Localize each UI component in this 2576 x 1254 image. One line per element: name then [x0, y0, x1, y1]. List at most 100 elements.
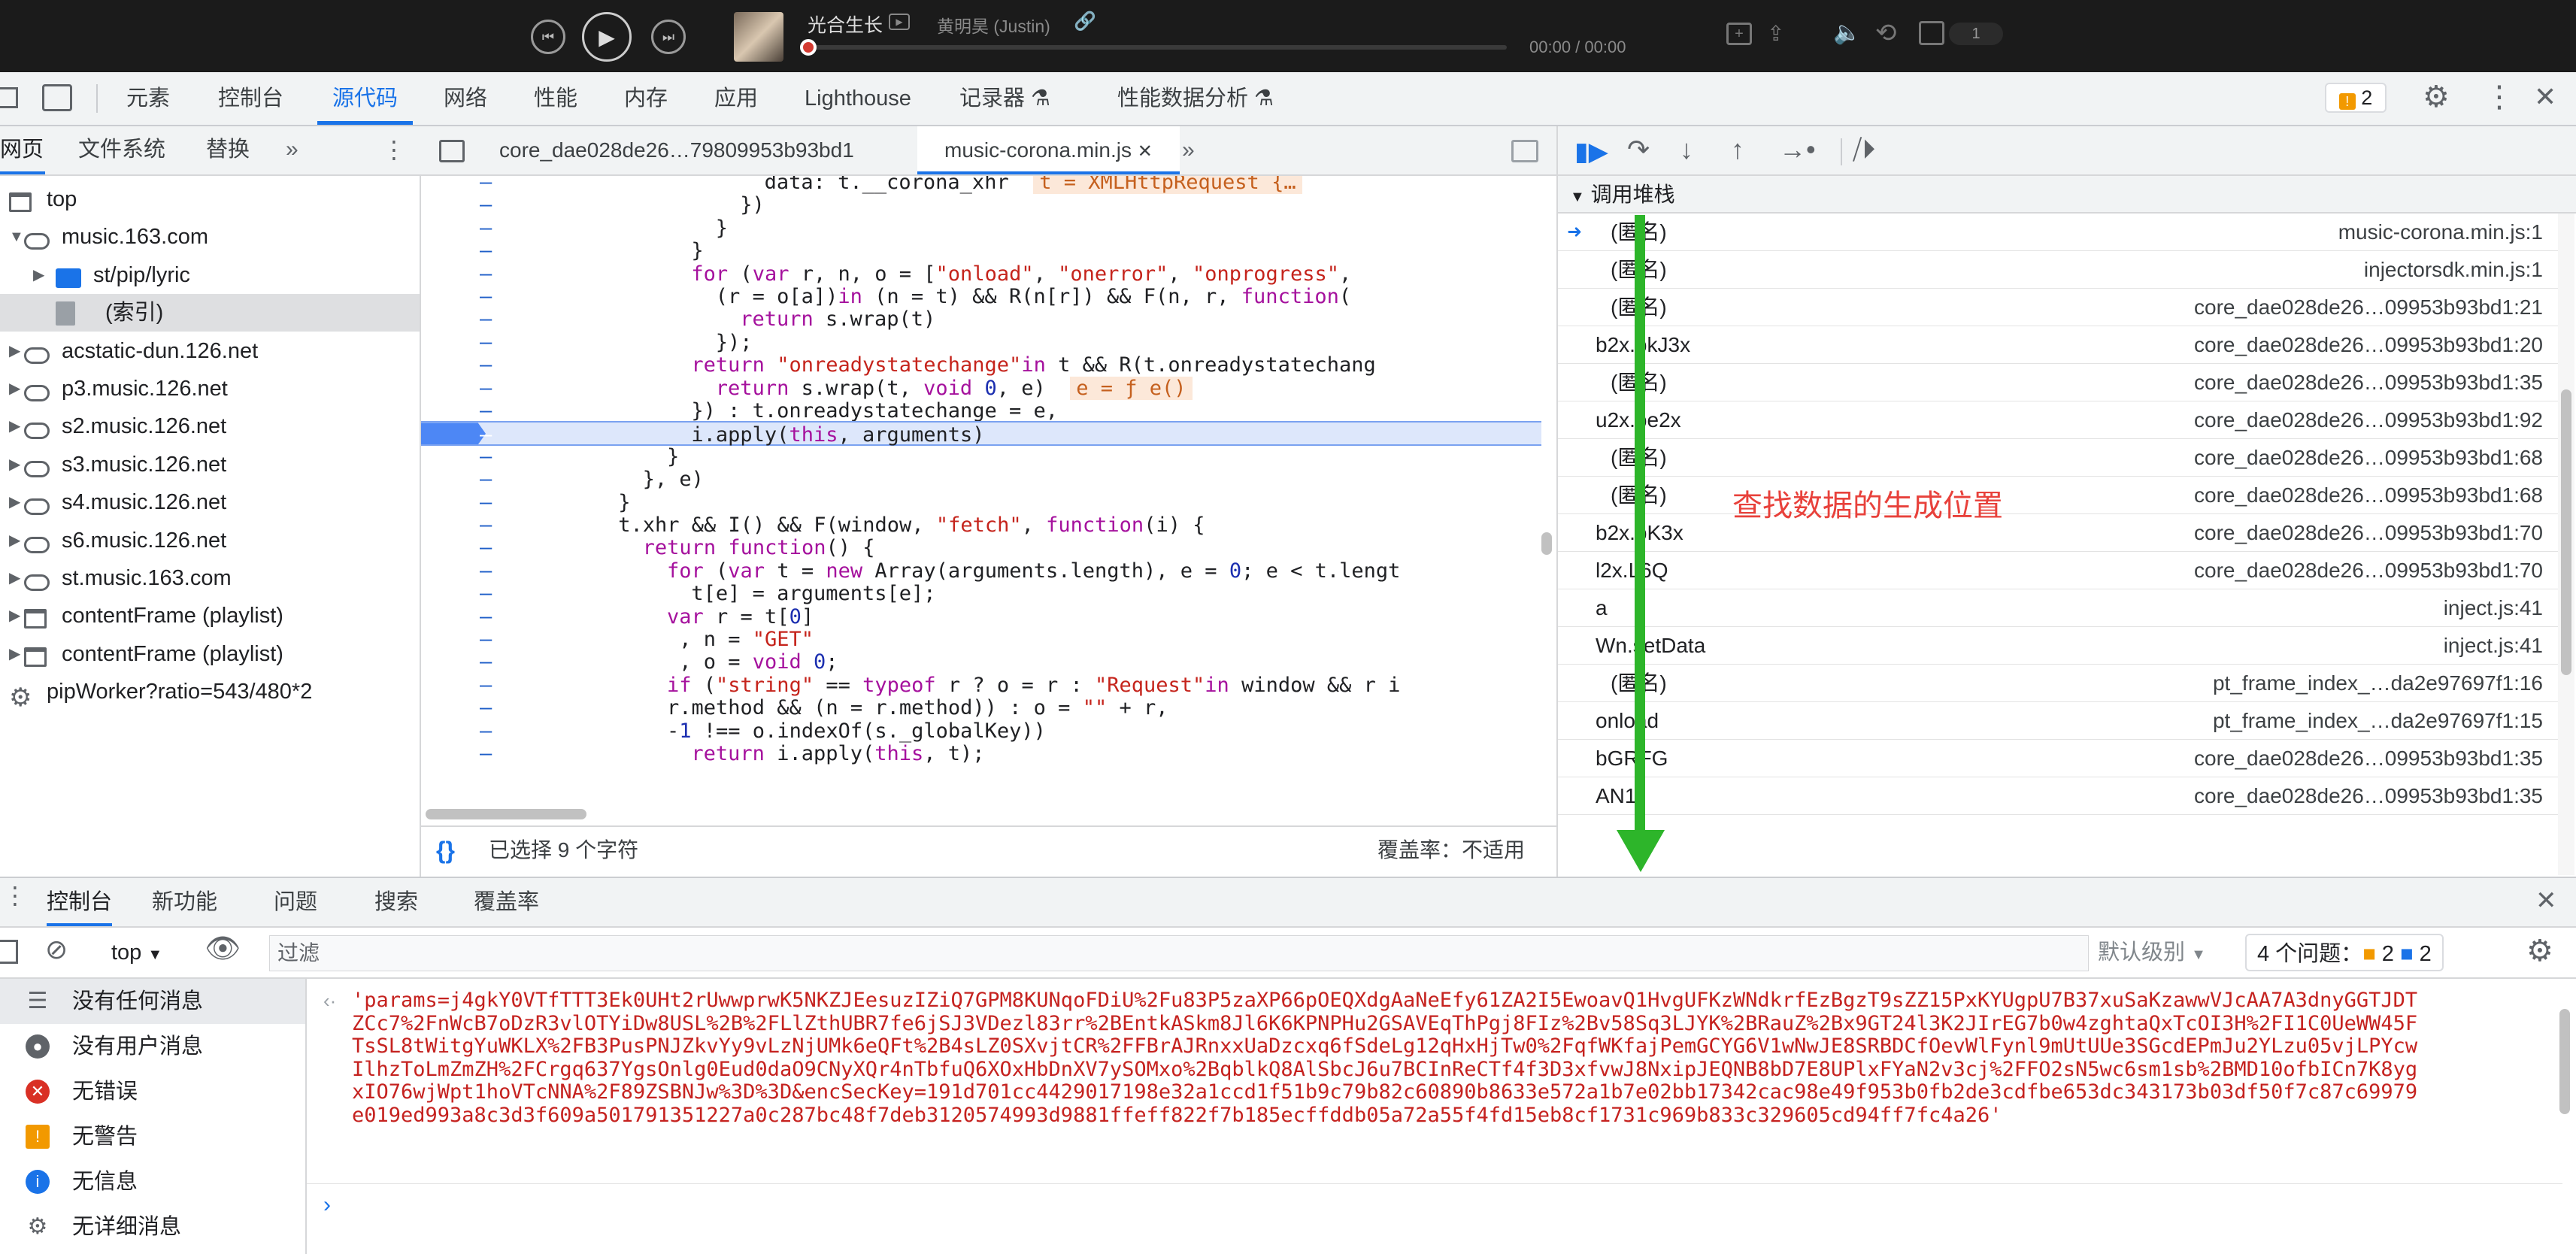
code-line[interactable]: – t[e] = arguments[e]; [421, 581, 1541, 606]
collapsed-triangle-icon[interactable]: ▶ [9, 522, 20, 559]
link-icon[interactable]: 🔗 [1074, 11, 1096, 32]
line-gutter-marker[interactable]: – [480, 650, 492, 674]
playlist-count[interactable]: 1 [1949, 23, 2003, 45]
playlist-icon[interactable] [1919, 21, 1944, 45]
previous-track-button[interactable]: ⏮ [531, 20, 565, 54]
deactivate-breakpoints-icon[interactable]: ⧸⏵ [1853, 134, 1875, 166]
console-sidebar-item[interactable]: i 无信息 [0, 1159, 305, 1204]
line-gutter-marker[interactable]: – [480, 695, 492, 720]
frame-location-link[interactable]: core_dae028de26…09953b93bd1:35 [2194, 740, 2543, 777]
tree-item[interactable]: ▶ s6.music.126.net [0, 522, 420, 559]
album-cover[interactable] [734, 12, 783, 62]
context-selector[interactable]: top ▼ [111, 928, 162, 979]
frame-location-link[interactable]: core_dae028de26…09953b93bd1:35 [2194, 777, 2543, 815]
tab-memory[interactable]: 内存 [624, 72, 668, 125]
song-title[interactable]: 光合生长 [808, 11, 883, 38]
volume-icon[interactable]: 🔈 [1833, 20, 1861, 46]
code-line[interactable]: –} [421, 216, 1541, 241]
repeat-icon[interactable]: ⟲ [1875, 18, 1897, 48]
close-devtools-icon[interactable]: ✕ [2534, 81, 2556, 113]
editor-tab-music-corona[interactable]: music-corona.min.js ✕ [917, 126, 1180, 174]
line-gutter-marker[interactable]: – [480, 376, 492, 401]
tree-item[interactable]: ▶ s2.music.126.net [0, 407, 420, 445]
line-gutter-marker[interactable]: – [480, 490, 492, 515]
code-line[interactable]: –} [421, 490, 1541, 515]
paused-code-line[interactable]: – i.apply(this, arguments) [421, 421, 1541, 447]
tab-lighthouse[interactable]: Lighthouse [805, 72, 911, 125]
code-line[interactable]: – -1 !== o.indexOf(s._globalKey)) [421, 719, 1541, 744]
line-gutter-marker[interactable]: – [480, 467, 492, 492]
call-stack-frame[interactable]: a inject.js:41 [1558, 589, 2558, 627]
song-artist[interactable]: 黄明昊 (Justin) [937, 12, 1050, 38]
next-track-button[interactable]: ⏭ [651, 20, 686, 54]
console-log-message[interactable]: 'params=j4gkY0VTfTTT3Ek0UHt2rUwwprwK5NKZ… [352, 989, 2420, 1127]
tab-page[interactable]: 网页 [0, 126, 45, 174]
editor-tab-core[interactable]: core_dae028de26…79809953b93bd1 [490, 126, 863, 174]
drawer-tab-whats-new[interactable]: 新功能 [152, 878, 217, 926]
code-line[interactable]: – , n = "GET" [421, 627, 1541, 652]
console-scroll-thumb[interactable] [2559, 1009, 2570, 1114]
step-icon[interactable]: →• [1779, 134, 1816, 165]
code-line[interactable]: – return function() { [421, 535, 1541, 560]
navigator-menu-icon[interactable]: ⋮ [382, 126, 406, 174]
frame-location-link[interactable]: pt_frame_index_…da2e97697f1:16 [2213, 665, 2543, 702]
console-sidebar-item[interactable]: ✕ 无错误 [0, 1069, 305, 1114]
code-line[interactable]: – (r = o[a])in (n = t) && R(n[r]) && F(n,… [421, 284, 1541, 309]
tab-filesystem[interactable]: 文件系统 [78, 126, 165, 174]
tree-item[interactable]: ▶ s4.music.126.net [0, 483, 420, 521]
clear-console-icon[interactable]: ⊘ [45, 934, 68, 965]
line-gutter-marker[interactable]: – [480, 559, 492, 583]
code-line[interactable]: – for (var r, n, o = ["onload", "onerror"… [421, 262, 1541, 286]
more-tabs-chevron-icon[interactable]: » [1182, 126, 1195, 174]
line-gutter-marker[interactable]: – [480, 238, 492, 263]
frame-location-link[interactable]: injectorsdk.min.js:1 [2364, 251, 2543, 289]
close-tab-icon[interactable]: ✕ [1138, 141, 1153, 162]
device-toolbar-icon[interactable] [42, 84, 72, 111]
tree-item[interactable]: top [0, 180, 420, 218]
tree-item[interactable]: ▶ s3.music.126.net [0, 446, 420, 483]
line-gutter-marker[interactable]: – [480, 330, 492, 355]
console-sidebar-item[interactable]: ● 没有用户消息 [0, 1024, 305, 1069]
toggle-navigator-icon[interactable] [439, 140, 465, 162]
console-sidebar-item[interactable]: ☰ 没有任何消息 [0, 979, 305, 1024]
line-gutter-marker[interactable]: – [480, 216, 492, 241]
tab-overrides[interactable]: 替换 [206, 126, 250, 174]
frame-location-link[interactable]: core_dae028de26…09953b93bd1:92 [2194, 401, 2543, 439]
console-sidebar-item[interactable]: ⚙ 无详细消息 [0, 1204, 305, 1249]
console-filter-input[interactable]: 过滤 [269, 935, 2089, 971]
code-line[interactable]: – var r = t[0] [421, 604, 1541, 629]
tab-console[interactable]: 控制台 [218, 72, 283, 125]
pretty-print-icon[interactable]: {} [436, 827, 455, 874]
step-out-icon[interactable]: ↑ [1731, 134, 1744, 165]
tree-item[interactable]: ▶ acstatic-dun.126.net [0, 332, 420, 370]
tab-performance-insights[interactable]: 性能数据分析 ⚗ [1117, 72, 1274, 125]
tree-item[interactable]: ▶ contentFrame (playlist) [0, 597, 420, 635]
code-line[interactable]: – , o = void 0; [421, 650, 1541, 674]
code-line[interactable]: –}) : t.onreadystatechange = e, [421, 398, 1541, 423]
call-stack-frame[interactable]: (匿名)core_dae028de26…09953b93bd1:21 [1558, 289, 2558, 326]
progress-track[interactable] [808, 45, 1507, 50]
drawer-tab-coverage[interactable]: 覆盖率 [474, 878, 539, 926]
collapsed-triangle-icon[interactable]: ▶ [9, 370, 20, 407]
settings-gear-icon[interactable]: ⚙ [2423, 80, 2450, 114]
horizontal-scrollbar[interactable] [426, 809, 586, 819]
call-stack-frame[interactable]: AN1 core_dae028de26…09953b93bd1:35 [1558, 777, 2558, 815]
call-stack-frame[interactable]: (匿名)core_dae028de26…09953b93bd1:68 [1558, 439, 2558, 477]
line-gutter-marker[interactable]: – [480, 719, 492, 744]
code-view[interactable]: – data: t.__corona_xhr t = XMLHttpRequest… [421, 176, 1541, 807]
call-stack-frame[interactable]: b2x.bkJ3xcore_dae028de26…09953b93bd1:20 [1558, 326, 2558, 364]
collapsed-triangle-icon[interactable]: ▶ [9, 332, 20, 370]
code-line[interactable]: – return s.wrap(t) [421, 307, 1541, 332]
frame-location-link[interactable]: core_dae028de26…09953b93bd1:20 [2194, 326, 2543, 364]
inspect-element-icon[interactable] [0, 87, 18, 108]
step-over-icon[interactable]: ↷ [1627, 134, 1650, 165]
line-gutter-marker[interactable]: – [480, 513, 492, 538]
collapsed-triangle-icon[interactable]: ▶ [9, 483, 20, 521]
mv-icon[interactable]: ▶ [889, 14, 910, 30]
log-levels-dropdown[interactable]: 默认级别 ▼ [2098, 928, 2206, 979]
code-line[interactable]: –}) [421, 192, 1541, 217]
frame-location-link[interactable]: core_dae028de26…09953b93bd1:70 [2194, 552, 2543, 589]
share-icon[interactable]: ⇪ [1767, 21, 1784, 46]
code-line[interactable]: – t.xhr && I() && F(window, "fetch", func… [421, 513, 1541, 538]
collapsed-triangle-icon[interactable]: ▶ [9, 407, 20, 445]
